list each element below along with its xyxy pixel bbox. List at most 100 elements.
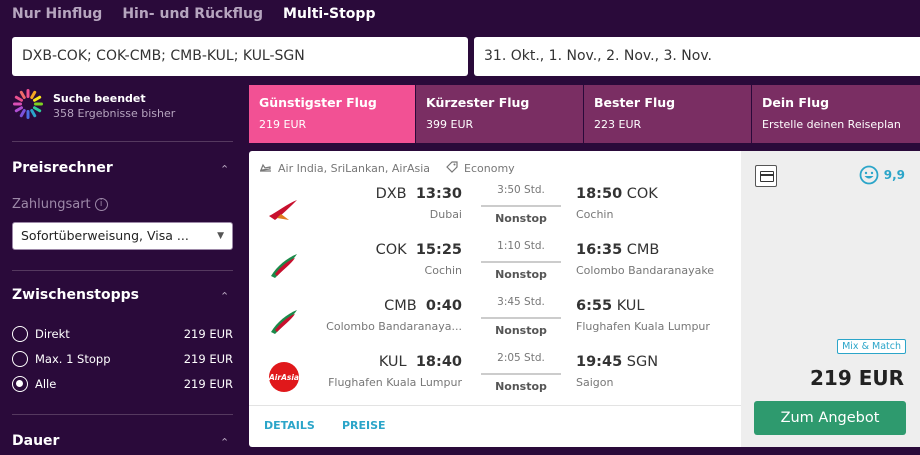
rating: 9,9 xyxy=(859,165,905,185)
duration-line xyxy=(481,205,561,207)
payment-method-value: Sofortüberweisung, Visa ... xyxy=(21,228,189,243)
departure: COK 15:25 xyxy=(376,242,462,258)
departure-code: DXB xyxy=(375,186,407,202)
divider xyxy=(12,270,233,271)
price-calculator-title[interactable]: Preisrechner xyxy=(12,160,113,176)
arrival: 16:35 CMB xyxy=(576,242,659,258)
radio-button[interactable] xyxy=(12,326,28,342)
srilankan-logo-icon xyxy=(271,254,297,278)
payment-method-select[interactable]: Sofortüberweisung, Visa ... ▼ xyxy=(12,222,233,250)
air-india-logo-icon xyxy=(269,200,297,220)
price-panel: 9,9 Mix & Match 219 EUR Zum Angebot xyxy=(741,151,920,447)
chevron-up-icon[interactable]: ⌃ xyxy=(220,163,229,176)
arrival-code: SGN xyxy=(626,354,659,370)
sort-tab-title: Kürzester Flug xyxy=(426,95,530,110)
stop-option-all[interactable]: Alle 219 EUR xyxy=(12,375,233,393)
to-offer-button[interactable]: Zum Angebot xyxy=(754,401,906,435)
departure-city: Cochin xyxy=(424,264,462,277)
info-icon[interactable]: i xyxy=(94,198,108,211)
srilankan-logo-icon xyxy=(271,310,297,334)
duration-line xyxy=(481,261,561,263)
chevron-up-icon[interactable]: ⌃ xyxy=(220,436,229,449)
departure: DXB 13:30 xyxy=(376,186,462,202)
sort-tab-cheapest[interactable]: Günstigster Flug 219 EUR xyxy=(249,85,415,143)
result-card[interactable]: Air India, SriLankan, AirAsia Economy DX… xyxy=(249,151,741,447)
sort-tab-title: Bester Flug xyxy=(594,95,676,110)
arrival-city: Flughafen Kuala Lumpur xyxy=(576,320,710,333)
airasia-logo-text: AirAsia xyxy=(268,373,299,382)
departure-code: COK xyxy=(375,242,407,258)
chevron-up-icon[interactable]: ⌃ xyxy=(220,290,229,303)
radio-button[interactable] xyxy=(12,351,28,367)
stop-option-price: 219 EUR xyxy=(183,352,233,366)
arrival-time: 18:50 xyxy=(576,186,623,202)
sort-tab-title: Günstigster Flug xyxy=(259,95,377,110)
details-link[interactable]: DETAILS xyxy=(264,419,315,432)
stops-info: Nonstop xyxy=(495,268,547,281)
plane-icon xyxy=(259,162,272,176)
divider xyxy=(12,141,233,142)
payment-label-text: Zahlungsart xyxy=(12,197,91,212)
duration-line xyxy=(481,317,561,319)
sort-tab-title: Dein Flug xyxy=(762,95,830,110)
sort-tab-subtitle: Erstelle deinen Reiseplan xyxy=(762,118,901,131)
stop-option-max-1[interactable]: Max. 1 Stopp 219 EUR xyxy=(12,350,233,368)
search-progress-icon xyxy=(13,89,43,119)
duration-title[interactable]: Dauer xyxy=(12,433,59,449)
sort-tab-best[interactable]: Bester Flug 223 EUR xyxy=(584,85,751,143)
tab-round-trip[interactable]: Hin- und Rückflug xyxy=(122,6,263,22)
trip-type-tabs: Nur Hinflug Hin- und Rückflug Multi-Stop… xyxy=(12,6,375,22)
arrival-city: Cochin xyxy=(576,208,614,221)
rating-value: 9,9 xyxy=(883,168,905,182)
credit-card-icon[interactable] xyxy=(755,165,777,187)
departure-time: 0:40 xyxy=(425,298,462,314)
cabin-text: Economy xyxy=(464,162,515,175)
arrival-city: Colombo Bandaranayake xyxy=(576,264,715,277)
tab-one-way[interactable]: Nur Hinflug xyxy=(12,6,102,22)
flight-leg: AirAsia KUL 18:40 Flughafen Kuala Lumpur… xyxy=(249,352,741,402)
payment-label: Zahlungsart i xyxy=(12,197,108,212)
arrival-code: CMB xyxy=(626,242,660,258)
flight-leg: COK 15:25 Cochin 1:10 Std. Nonstop 16:35… xyxy=(249,240,741,290)
stop-option-direct[interactable]: Direkt 219 EUR xyxy=(12,325,233,343)
prices-link[interactable]: PREISE xyxy=(342,419,386,432)
arrival-time: 16:35 xyxy=(576,242,623,258)
radio-button-checked[interactable] xyxy=(12,376,28,392)
departure-city: Flughafen Kuala Lumpur xyxy=(328,376,462,389)
arrival: 6:55 KUL xyxy=(576,298,645,314)
sort-tab-price: 399 EUR xyxy=(426,118,474,131)
departure-city: Colombo Bandaranaya... xyxy=(326,320,462,333)
total-price: 219 EUR xyxy=(809,366,904,390)
divider xyxy=(12,414,233,415)
arrival-time: 19:45 xyxy=(576,354,623,370)
divider xyxy=(249,405,741,406)
card-meta: Air India, SriLankan, AirAsia Economy xyxy=(259,161,515,176)
arrival-city: Saigon xyxy=(576,376,614,389)
stop-option-price: 219 EUR xyxy=(183,327,233,341)
arrival: 19:45 SGN xyxy=(576,354,658,370)
tag-icon xyxy=(446,161,458,176)
airasia-logo-icon: AirAsia xyxy=(268,362,299,392)
departure-time: 18:40 xyxy=(415,354,462,370)
flight-leg: CMB 0:40 Colombo Bandaranaya... 3:45 Std… xyxy=(249,296,741,346)
stops-title[interactable]: Zwischenstopps xyxy=(12,287,139,303)
sort-tab-your-flight[interactable]: Dein Flug Erstelle deinen Reiseplan xyxy=(752,85,920,143)
route-input[interactable]: DXB-COK; COK-CMB; CMB-KUL; KUL-SGN xyxy=(12,37,468,76)
status-title: Suche beendet xyxy=(53,92,146,105)
departure-code: CMB xyxy=(384,298,417,314)
arrival-code: COK xyxy=(626,186,658,202)
flight-duration: 3:45 Std. xyxy=(497,296,545,308)
departure-city: Dubai xyxy=(429,208,462,221)
search-status: Suche beendet 358 Ergebnisse bisher xyxy=(12,88,237,122)
stop-option-label: Max. 1 Stopp xyxy=(35,352,111,366)
flight-duration: 1:10 Std. xyxy=(497,240,545,252)
duration-line xyxy=(481,373,561,375)
tab-multi-stop[interactable]: Multi-Stopp xyxy=(283,6,375,22)
status-count: 358 Ergebnisse bisher xyxy=(53,107,176,120)
departure-code: KUL xyxy=(378,354,407,370)
dates-input[interactable]: 31. Okt., 1. Nov., 2. Nov., 3. Nov. xyxy=(474,37,920,76)
departure: KUL 18:40 xyxy=(379,354,462,370)
sort-tab-shortest[interactable]: Kürzester Flug 399 EUR xyxy=(416,85,583,143)
arrival: 18:50 COK xyxy=(576,186,658,202)
sort-tab-price: 219 EUR xyxy=(259,118,307,131)
